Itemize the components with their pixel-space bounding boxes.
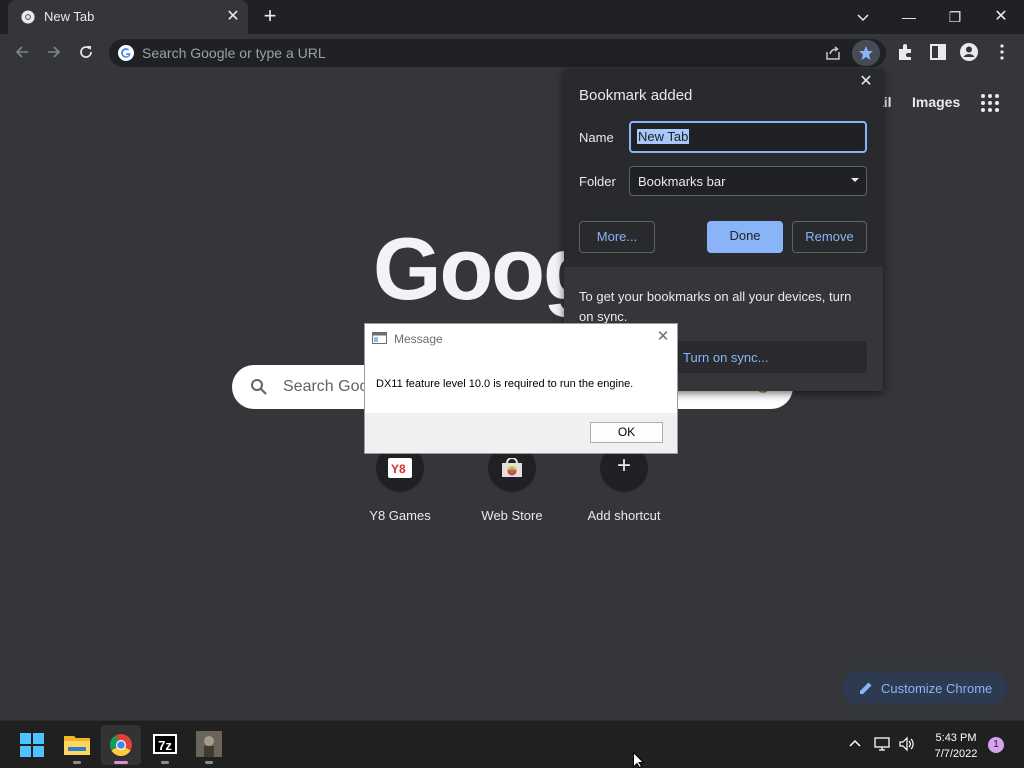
volume-icon[interactable] xyxy=(898,735,916,753)
new-tab-button[interactable]: + xyxy=(259,5,281,28)
chrome-icon xyxy=(110,734,132,756)
running-indicator xyxy=(205,761,213,764)
taskbar-chrome[interactable] xyxy=(101,725,141,765)
show-hidden-icons-icon[interactable] xyxy=(846,735,864,753)
more-button[interactable]: More... xyxy=(579,221,655,253)
tab-new-tab[interactable]: New Tab ✕ xyxy=(8,0,248,34)
google-g-icon xyxy=(118,45,134,61)
side-panel-icon[interactable] xyxy=(927,41,949,63)
mouse-cursor-icon xyxy=(633,752,645,768)
dropdown-caret-icon xyxy=(851,178,859,182)
bookmark-name-field[interactable]: New Tab xyxy=(629,121,867,153)
running-indicator xyxy=(73,761,81,764)
turn-on-sync-label: Turn on sync... xyxy=(683,350,769,365)
google-apps-icon[interactable] xyxy=(979,92,1001,114)
shortcut-y8-games[interactable]: Y8 Y8 Games xyxy=(344,444,456,534)
taskbar: 7z 5:43 PM 7/7/2022 1 xyxy=(0,720,1024,768)
minimize-button[interactable]: — xyxy=(896,4,922,30)
taskbar-game[interactable] xyxy=(189,725,229,765)
google-logo: Goog xyxy=(373,219,597,318)
file-explorer-icon xyxy=(64,736,90,755)
message-dialog: Message ✕ DX11 feature level 10.0 is req… xyxy=(364,323,678,454)
customize-chrome-button[interactable]: Customize Chrome xyxy=(842,671,1007,705)
bookmark-name-label: Name xyxy=(579,130,614,145)
message-dialog-text: DX11 feature level 10.0 is required to r… xyxy=(376,378,634,390)
bookmark-folder-label: Folder xyxy=(579,174,616,189)
tab-title: New Tab xyxy=(44,9,95,24)
message-dialog-titlebar[interactable]: Message ✕ xyxy=(365,324,677,352)
shortcut-add[interactable]: + Add shortcut xyxy=(568,444,680,534)
back-button[interactable] xyxy=(9,39,35,65)
network-icon[interactable] xyxy=(873,735,891,753)
start-button[interactable] xyxy=(12,725,52,765)
star-icon xyxy=(859,46,873,60)
chrome-icon xyxy=(21,10,35,24)
menu-kebab-icon[interactable] xyxy=(991,41,1013,63)
images-link[interactable]: Images xyxy=(912,94,960,110)
taskbar-file-explorer[interactable] xyxy=(57,725,97,765)
close-window-button[interactable]: ✕ xyxy=(988,4,1014,30)
pencil-icon xyxy=(860,682,872,694)
forward-arrow-icon xyxy=(48,46,61,58)
7zip-icon-text: 7z xyxy=(153,734,177,754)
ok-button[interactable]: OK xyxy=(590,422,663,443)
y8-icon: Y8 xyxy=(388,458,412,478)
reload-icon xyxy=(80,46,92,58)
back-arrow-icon xyxy=(15,46,28,58)
plus-icon: + xyxy=(616,452,631,479)
shortcut-label: Y8 Games xyxy=(369,508,431,523)
bookmark-bubble-title: Bookmark added xyxy=(579,87,693,104)
omnibox[interactable] xyxy=(109,39,886,67)
web-store-icon xyxy=(502,458,522,477)
game-icon xyxy=(196,731,222,757)
bookmark-name-value: New Tab xyxy=(637,129,690,144)
clock-date: 7/7/2022 xyxy=(934,748,978,760)
message-dialog-footer: OK xyxy=(365,413,677,453)
tab-strip: New Tab ✕ + — ❐ ✕ xyxy=(0,0,1024,34)
notification-badge[interactable]: 1 xyxy=(988,737,1004,753)
close-icon[interactable]: ✕ xyxy=(655,329,671,345)
running-indicator xyxy=(114,761,128,764)
window-app-icon xyxy=(372,332,387,344)
running-indicator xyxy=(161,761,169,764)
toolbar xyxy=(0,34,1024,70)
extensions-icon[interactable] xyxy=(895,41,917,63)
taskbar-clock[interactable]: 5:43 PM 7/7/2022 xyxy=(922,730,990,762)
profile-icon[interactable] xyxy=(958,41,980,63)
forward-button[interactable] xyxy=(41,39,67,65)
chevron-down-icon xyxy=(857,14,869,22)
7zip-icon: 7z xyxy=(153,734,177,754)
shortcut-web-store[interactable]: Web Store xyxy=(456,444,568,534)
clock-time: 5:43 PM xyxy=(935,732,977,744)
bookmark-folder-select[interactable]: Bookmarks bar xyxy=(629,166,867,196)
restore-button[interactable]: ❐ xyxy=(942,4,968,30)
bookmark-star-button[interactable] xyxy=(852,40,880,66)
tab-close-icon[interactable]: ✕ xyxy=(225,9,241,25)
shortcut-label: Web Store xyxy=(481,508,543,523)
shortcut-label: Add shortcut xyxy=(587,508,661,523)
omnibox-input[interactable] xyxy=(142,44,742,62)
sync-promo-text: To get your bookmarks on all your device… xyxy=(579,289,852,324)
close-icon[interactable]: ✕ xyxy=(858,74,874,90)
search-icon xyxy=(251,379,267,395)
remove-button[interactable]: Remove xyxy=(792,221,867,253)
start-icon xyxy=(20,733,44,757)
tab-search-icon[interactable] xyxy=(850,4,876,30)
customize-chrome-label: Customize Chrome xyxy=(881,681,993,696)
share-icon[interactable] xyxy=(824,44,842,62)
reload-button[interactable] xyxy=(73,39,99,65)
taskbar-7zip[interactable]: 7z xyxy=(145,725,185,765)
bookmark-folder-value: Bookmarks bar xyxy=(638,174,726,189)
done-button[interactable]: Done xyxy=(707,221,783,253)
message-dialog-title: Message xyxy=(394,332,443,346)
svg-text:Y8: Y8 xyxy=(391,462,406,476)
